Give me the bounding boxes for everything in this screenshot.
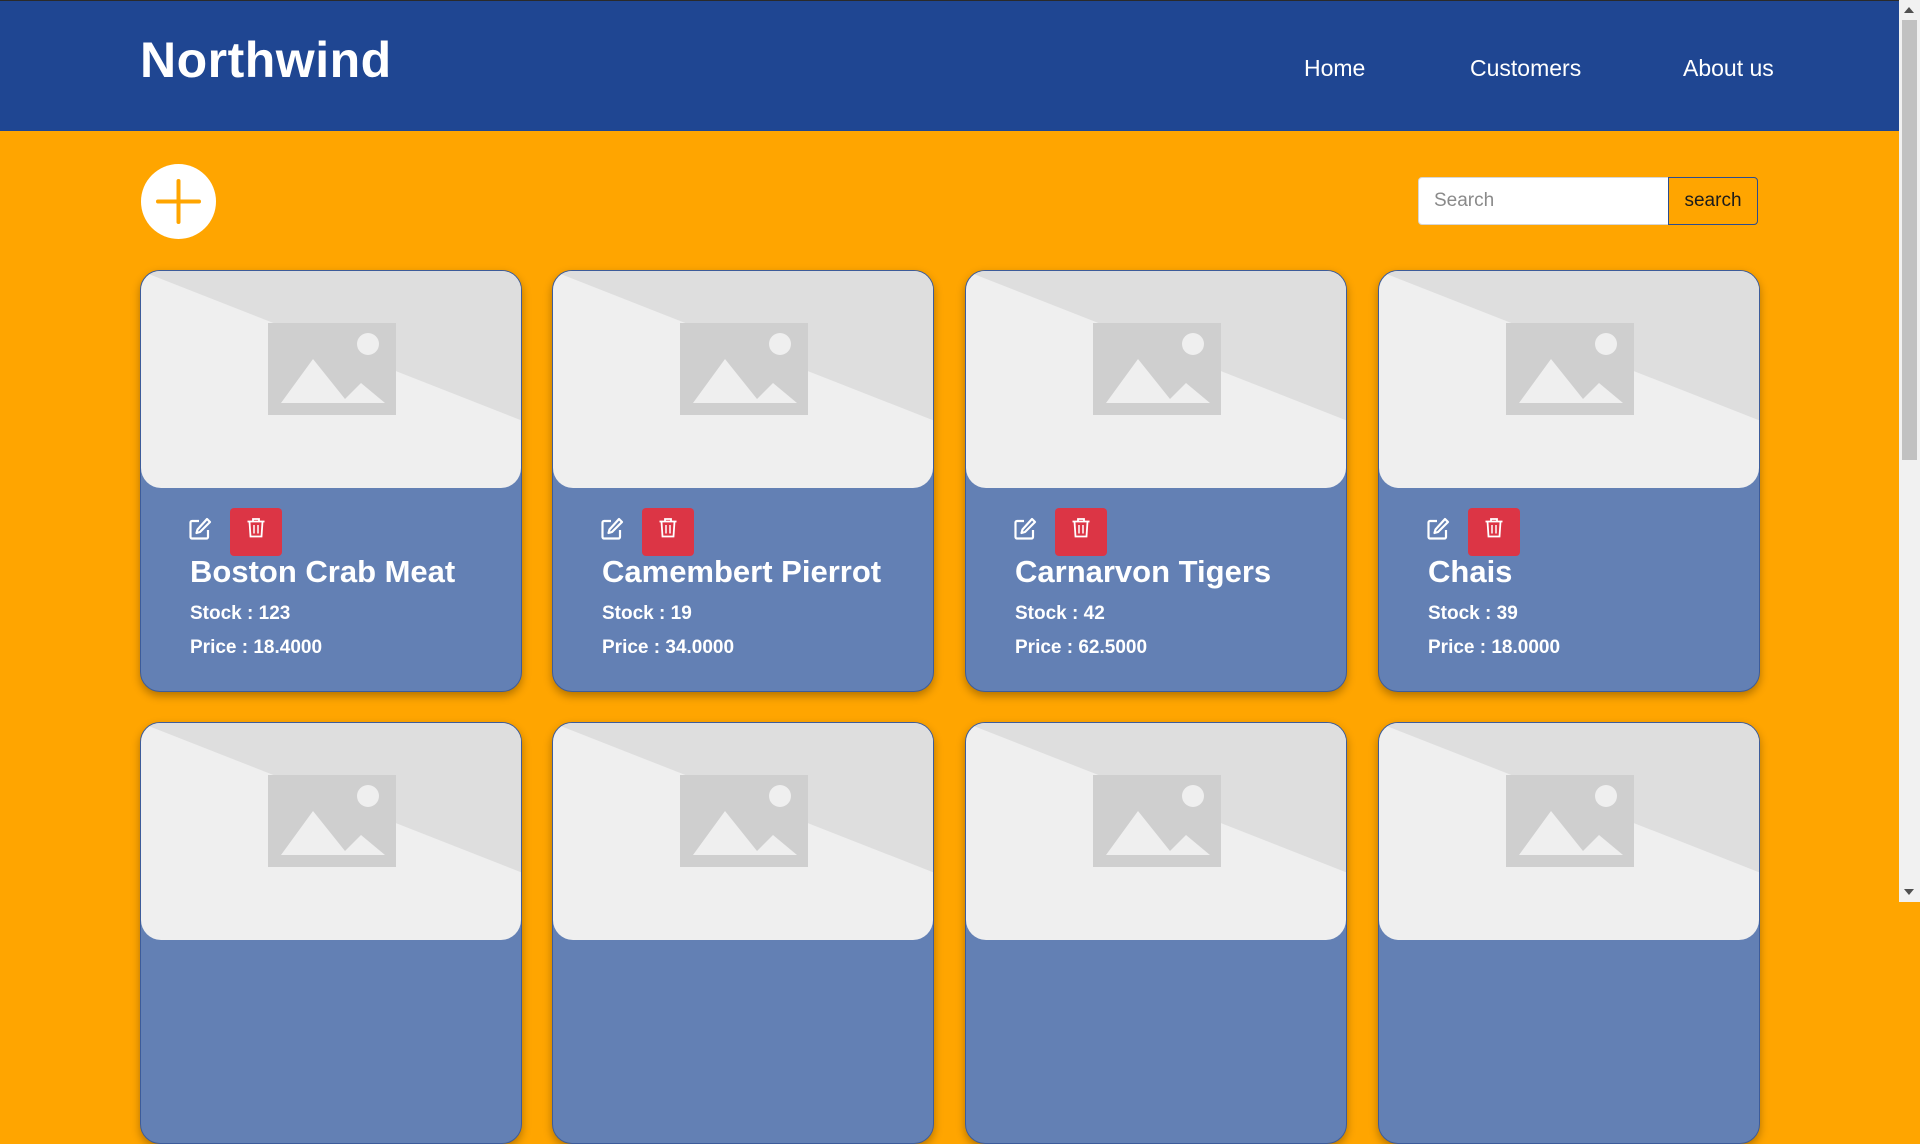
trash-icon — [247, 518, 265, 538]
nav-about-us[interactable]: About us — [1683, 55, 1774, 82]
product-price: Price : 62.5000 — [1015, 637, 1148, 658]
nav-customers[interactable]: Customers — [1470, 55, 1581, 82]
product-stock: Stock : 19 — [602, 603, 692, 624]
product-stock: Stock : 42 — [1015, 603, 1105, 624]
product-image — [553, 723, 933, 940]
product-stock: Stock : 39 — [1428, 603, 1518, 624]
trash-icon — [1072, 518, 1090, 538]
scrollbar-thumb[interactable] — [1902, 20, 1917, 460]
edit-icon[interactable] — [1424, 515, 1452, 543]
product-card: Carnarvon Tigers Stock : 42 Price : 62.5… — [965, 270, 1347, 692]
image-placeholder-icon — [141, 723, 521, 873]
plus-icon — [156, 179, 201, 224]
product-card — [1378, 722, 1760, 1144]
product-price: Price : 18.0000 — [1428, 637, 1561, 658]
product-image — [553, 271, 933, 488]
search-input[interactable] — [1418, 177, 1669, 225]
image-placeholder-icon — [1379, 723, 1759, 873]
product-image — [966, 723, 1346, 940]
product-price: Price : 34.0000 — [602, 637, 735, 658]
nav-home[interactable]: Home — [1304, 55, 1365, 82]
delete-button[interactable] — [1055, 508, 1107, 556]
image-placeholder-icon — [553, 723, 933, 873]
product-image — [1379, 271, 1759, 488]
product-price: Price : 18.4000 — [190, 637, 323, 658]
image-placeholder-icon — [141, 271, 521, 421]
product-name: Boston Crab Meat — [190, 554, 456, 589]
product-card — [552, 722, 934, 1144]
vertical-scrollbar[interactable] — [1899, 0, 1920, 902]
product-name: Chais — [1428, 554, 1513, 589]
product-card — [965, 722, 1347, 1144]
edit-icon[interactable] — [598, 515, 626, 543]
trash-icon — [659, 518, 677, 538]
add-product-button[interactable] — [141, 164, 216, 239]
search-button[interactable]: search — [1668, 177, 1758, 225]
image-placeholder-icon — [1379, 271, 1759, 421]
edit-icon[interactable] — [186, 515, 214, 543]
product-card: Chais Stock : 39 Price : 18.0000 — [1378, 270, 1760, 692]
scroll-down-arrow-icon[interactable] — [1904, 889, 1914, 895]
scroll-up-arrow-icon[interactable] — [1904, 7, 1914, 13]
edit-icon[interactable] — [1011, 515, 1039, 543]
trash-icon — [1485, 518, 1503, 538]
delete-button[interactable] — [1468, 508, 1520, 556]
image-placeholder-icon — [553, 271, 933, 421]
product-image — [966, 271, 1346, 488]
delete-button[interactable] — [230, 508, 282, 556]
product-grid: Boston Crab Meat Stock : 123 Price : 18.… — [140, 270, 1760, 1144]
brand-logo[interactable]: Northwind — [140, 31, 392, 89]
product-card: Boston Crab Meat Stock : 123 Price : 18.… — [140, 270, 522, 692]
product-image — [141, 723, 521, 940]
image-placeholder-icon — [966, 271, 1346, 421]
delete-button[interactable] — [642, 508, 694, 556]
product-card: Camembert Pierrot Stock : 19 Price : 34.… — [552, 270, 934, 692]
product-stock: Stock : 123 — [190, 603, 291, 624]
navbar: Northwind Home Customers About us — [0, 0, 1899, 131]
product-image — [1379, 723, 1759, 940]
product-card — [140, 722, 522, 1144]
product-name: Carnarvon Tigers — [1015, 554, 1272, 589]
image-placeholder-icon — [966, 723, 1346, 873]
product-image — [141, 271, 521, 488]
product-name: Camembert Pierrot — [602, 554, 882, 589]
